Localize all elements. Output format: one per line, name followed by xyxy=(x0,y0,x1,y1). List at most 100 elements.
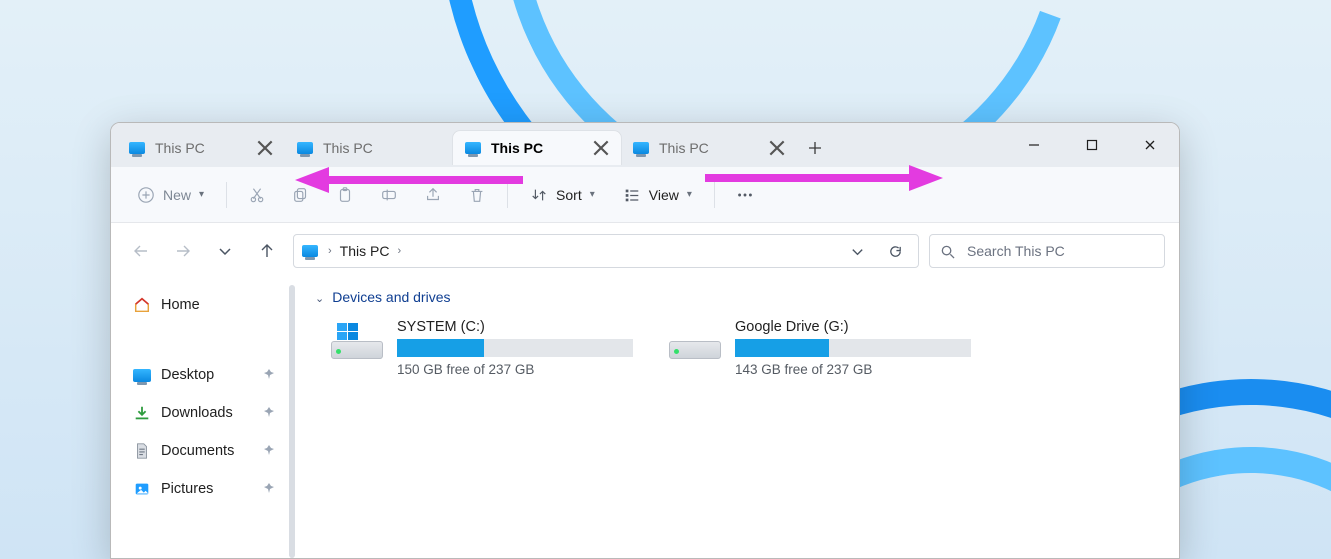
arrow-right-icon xyxy=(175,243,191,259)
toolbar-separator xyxy=(507,182,508,208)
drive-usage-fill xyxy=(735,339,829,357)
close-window-button[interactable] xyxy=(1121,123,1179,167)
paste-button[interactable] xyxy=(325,177,365,213)
chevron-down-icon: ▾ xyxy=(199,189,204,200)
nav-recent-button[interactable] xyxy=(209,235,241,267)
new-icon xyxy=(137,186,155,204)
pin-icon xyxy=(263,443,277,459)
sidebar-item-pictures[interactable]: Pictures xyxy=(129,471,283,507)
cut-icon xyxy=(248,186,266,204)
toolbar-separator xyxy=(226,182,227,208)
new-menu-button[interactable]: New ▾ xyxy=(125,177,216,213)
sidebar-item-label: Documents xyxy=(161,443,253,459)
search-input[interactable] xyxy=(965,242,1154,260)
maximize-button[interactable] xyxy=(1063,123,1121,167)
this-pc-icon xyxy=(302,245,318,257)
rename-button[interactable] xyxy=(369,177,409,213)
delete-button[interactable] xyxy=(457,177,497,213)
tab-close-button[interactable] xyxy=(767,138,787,158)
pictures-icon xyxy=(133,480,151,498)
more-button[interactable] xyxy=(725,177,765,213)
drive-item-google-drive-g[interactable]: Google Drive (G:) 143 GB free of 237 GB xyxy=(669,319,975,377)
chevron-down-icon: ▾ xyxy=(687,189,692,200)
sort-menu-button[interactable]: Sort ▾ xyxy=(518,177,607,213)
drives-list: SYSTEM (C:) 150 GB free of 237 GB Google… xyxy=(315,319,1161,377)
title-bar: This PC This PC This PC This PC xyxy=(111,123,1179,167)
breadcrumb-location[interactable]: This PC xyxy=(340,243,390,259)
chevron-down-icon: ▾ xyxy=(590,189,595,200)
nav-up-button[interactable] xyxy=(251,235,283,267)
drive-name: Google Drive (G:) xyxy=(735,319,975,335)
minimize-icon xyxy=(1028,139,1040,151)
close-icon xyxy=(591,138,611,158)
drive-item-system-c[interactable]: SYSTEM (C:) 150 GB free of 237 GB xyxy=(331,319,637,377)
command-toolbar: New ▾ Sort ▾ View ▾ xyxy=(111,167,1179,223)
tab-close-button[interactable] xyxy=(255,138,275,158)
delete-icon xyxy=(468,186,486,204)
pin-icon xyxy=(263,405,277,421)
home-icon xyxy=(133,296,151,314)
arrow-left-icon xyxy=(133,243,149,259)
sidebar-item-documents[interactable]: Documents xyxy=(129,433,283,469)
pin-icon xyxy=(263,481,277,497)
plus-icon xyxy=(808,141,822,155)
search-icon xyxy=(940,244,955,259)
tab-this-pc-2[interactable]: This PC xyxy=(285,131,453,165)
tab-label: This PC xyxy=(155,140,247,156)
sidebar-item-home[interactable]: Home xyxy=(129,287,283,323)
view-icon xyxy=(623,186,641,204)
more-icon xyxy=(736,186,754,204)
arrow-up-icon xyxy=(259,243,275,259)
refresh-icon xyxy=(888,244,903,259)
sidebar-item-desktop[interactable]: Desktop xyxy=(129,357,283,393)
copy-button[interactable] xyxy=(281,177,321,213)
breadcrumb-chevron-icon: › xyxy=(328,245,332,257)
tab-close-button[interactable] xyxy=(591,138,611,158)
tab-label: This PC xyxy=(659,140,759,156)
new-tab-button[interactable] xyxy=(797,131,833,165)
sidebar-item-downloads[interactable]: Downloads xyxy=(129,395,283,431)
share-button[interactable] xyxy=(413,177,453,213)
chevron-down-icon xyxy=(217,243,233,259)
address-history-button[interactable] xyxy=(842,236,872,266)
file-explorer-window: This PC This PC This PC This PC xyxy=(110,122,1180,559)
this-pc-icon xyxy=(129,142,145,154)
drive-usage-bar xyxy=(735,339,971,357)
refresh-button[interactable] xyxy=(880,236,910,266)
sort-label: Sort xyxy=(556,187,582,203)
drive-name: SYSTEM (C:) xyxy=(397,319,637,335)
search-box[interactable] xyxy=(929,234,1165,268)
window-controls xyxy=(1005,123,1179,167)
downloads-icon xyxy=(133,404,151,422)
share-icon xyxy=(424,186,442,204)
minimize-button[interactable] xyxy=(1005,123,1063,167)
nav-back-button[interactable] xyxy=(125,235,157,267)
tab-this-pc-3-active[interactable]: This PC xyxy=(453,131,621,165)
group-header-devices[interactable]: ⌄ Devices and drives xyxy=(315,289,1161,305)
sort-icon xyxy=(530,186,548,204)
close-icon xyxy=(767,138,787,158)
view-label: View xyxy=(649,187,679,203)
drive-icon xyxy=(331,323,383,359)
cut-button[interactable] xyxy=(237,177,277,213)
sidebar-item-label: Home xyxy=(161,297,277,313)
this-pc-icon xyxy=(297,142,313,154)
tab-this-pc-4[interactable]: This PC xyxy=(621,131,797,165)
main-content[interactable]: ⌄ Devices and drives SYSTEM (C:) 150 GB … xyxy=(297,279,1179,558)
desktop-icon xyxy=(133,366,151,384)
nav-forward-button[interactable] xyxy=(167,235,199,267)
breadcrumb-chevron-icon: › xyxy=(397,245,401,257)
sidebar-item-label: Desktop xyxy=(161,367,253,383)
drive-usage-fill xyxy=(397,339,484,357)
chevron-down-icon xyxy=(850,244,865,259)
tab-label: This PC xyxy=(323,140,443,156)
this-pc-icon xyxy=(633,142,649,154)
address-bar[interactable]: › This PC › xyxy=(293,234,919,268)
sidebar-divider[interactable] xyxy=(289,279,297,558)
tab-this-pc-1[interactable]: This PC xyxy=(117,131,285,165)
pin-icon xyxy=(263,367,277,383)
sidebar-item-label: Pictures xyxy=(161,481,253,497)
chevron-down-icon: ⌄ xyxy=(315,292,324,305)
rename-icon xyxy=(380,186,398,204)
view-menu-button[interactable]: View ▾ xyxy=(611,177,704,213)
